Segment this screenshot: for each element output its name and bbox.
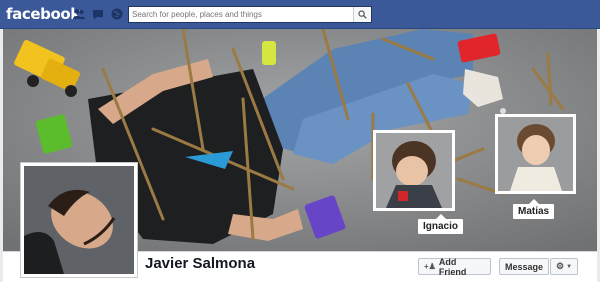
facebook-logo[interactable]: facebook xyxy=(6,5,80,23)
profile-photo-art xyxy=(24,166,134,274)
friend-requests-icon[interactable] xyxy=(72,7,86,21)
add-friend-button[interactable]: +♟ Add Friend xyxy=(418,256,491,277)
search-button[interactable] xyxy=(353,7,371,22)
matias-photo xyxy=(498,117,573,191)
tag-label-matias[interactable]: Matias xyxy=(513,199,555,219)
notifications-globe-icon[interactable] xyxy=(110,7,124,21)
search-box[interactable] xyxy=(128,6,372,23)
messages-icon[interactable] xyxy=(91,7,105,21)
profile-name[interactable]: Javier Salmona xyxy=(145,255,255,272)
profile-picture-image xyxy=(24,166,134,274)
tagged-photo-ignacio[interactable] xyxy=(373,130,455,211)
gear-icon: ⚙ xyxy=(555,261,565,271)
top-bar: facebook xyxy=(0,0,600,29)
chevron-down-icon: ▼ xyxy=(566,263,573,270)
tagged-photo-matias[interactable] xyxy=(495,114,576,194)
message-button[interactable]: Message xyxy=(499,258,549,275)
add-friend-label: Add Friend xyxy=(438,256,467,277)
ignacio-photo xyxy=(376,133,452,208)
search-input[interactable] xyxy=(132,8,350,21)
magnifier-icon xyxy=(358,10,367,19)
tag-label-ignacio[interactable]: Ignacio xyxy=(418,214,464,234)
settings-menu-button[interactable]: ⚙ ▼ xyxy=(550,258,578,275)
message-label: Message xyxy=(505,261,544,272)
profile-picture[interactable] xyxy=(20,162,138,278)
add-person-icon: +♟ xyxy=(424,262,436,271)
